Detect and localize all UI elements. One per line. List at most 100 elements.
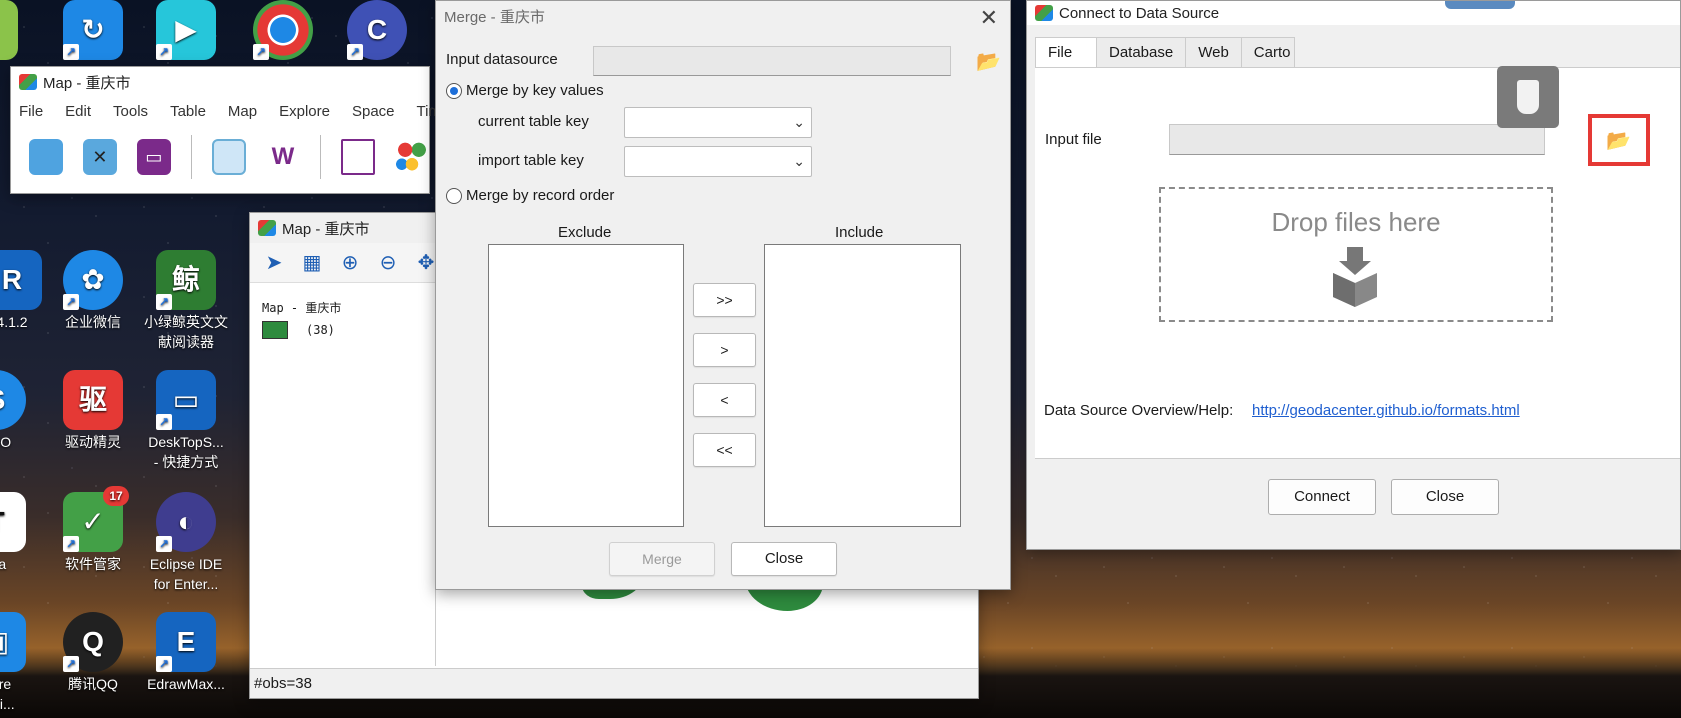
connect-titlebar[interactable]: Connect to Data Source [1027, 1, 1680, 25]
exclude-list[interactable] [488, 244, 684, 527]
eclipse-icon: ◐ ↗ [156, 492, 216, 552]
cluster-icon[interactable] [395, 139, 429, 175]
merge-titlebar[interactable]: Merge - 重庆市 [436, 1, 1010, 31]
desktop-icon-whale[interactable]: 鲸 ↗ 小绿鲸英文文 献阅读器 [140, 250, 232, 352]
save-icon[interactable]: ▭ [136, 139, 171, 175]
status-bar: #obs=38 [250, 668, 978, 698]
drop-zone[interactable]: Drop files here [1159, 187, 1553, 322]
desktop-icon-5[interactable]: C ↗ [331, 0, 423, 62]
tab-database[interactable]: Database [1096, 37, 1187, 67]
zoom-out-icon[interactable]: ⊖ [376, 251, 400, 275]
input-file-field[interactable] [1169, 124, 1545, 155]
close-icon[interactable]: ✕ [980, 5, 998, 31]
map-main-titlebar[interactable]: Map - 重庆市 [11, 67, 429, 97]
desktop-icon-desktops[interactable]: ▭ ↗ DeskTopS... - 快捷方式 [140, 370, 232, 472]
close-button[interactable]: Close [731, 542, 837, 576]
window-title: Map - 重庆市 [282, 220, 370, 238]
shortcut-arrow-icon: ↗ [156, 44, 172, 60]
whale-icon: 鲸 ↗ [156, 250, 216, 310]
desktop-icon-wecom[interactable]: ✿ ↗ 企业微信 [47, 250, 139, 332]
dialog-title: Connect to Data Source [1059, 4, 1220, 22]
open-folder-icon[interactable] [29, 139, 63, 175]
input-datasource-field[interactable] [593, 46, 951, 76]
desktop-icon-pro[interactable]: S PRO [0, 370, 42, 452]
desktop-icon-eclipse[interactable]: ◐ ↗ Eclipse IDE for Enter... [140, 492, 232, 594]
dialog-title: Merge - 重庆市 [444, 8, 545, 26]
notification-badge: 17 [103, 486, 129, 506]
menu-space[interactable]: Space [352, 103, 395, 120]
connect-datasource-dialog[interactable]: Connect to Data Source File Database Web… [1026, 0, 1681, 550]
help-link[interactable]: http://geodacenter.github.io/formats.htm… [1252, 402, 1520, 419]
app-icon: C ↗ [347, 0, 407, 60]
tab-carto[interactable]: Carto [1240, 37, 1295, 67]
current-table-key-select[interactable]: ⌄ [624, 107, 812, 138]
include-label: Include [835, 224, 884, 241]
geoda-icon [1035, 5, 1053, 21]
desktop-icon-edraw[interactable]: E ↗ EdrawMax... [140, 612, 232, 694]
edraw-icon: E ↗ [156, 612, 216, 672]
desktop-icon-driver[interactable]: 驱 驱动精灵 [47, 370, 139, 452]
app-icon: ↻ ↗ [63, 0, 123, 60]
desktop-icon-2[interactable]: ↻ ↗ [47, 0, 139, 62]
zoom-in-icon[interactable]: ⊕ [338, 251, 362, 275]
desktop-icon-ware[interactable]: ▣ ware stati... [0, 612, 42, 714]
move-right-button[interactable]: > [693, 333, 756, 367]
shortcut-arrow-icon: ↗ [63, 656, 79, 672]
selection-tool-icon[interactable]: ▦ [300, 251, 324, 275]
menu-tools[interactable]: Tools [113, 103, 148, 120]
chevron-down-icon: ⌄ [793, 153, 805, 169]
tab-web[interactable]: Web [1185, 37, 1242, 67]
merge-by-order-radio[interactable] [446, 188, 462, 204]
legend-swatch[interactable] [262, 321, 288, 339]
desktop-icon-ora[interactable]: T ora [0, 492, 42, 574]
menu-table[interactable]: Table [170, 103, 206, 120]
map-window-main[interactable]: Map - 重庆市 File Edit Tools Table Map Expl… [10, 66, 449, 194]
r-icon: R [0, 250, 42, 310]
menu-file[interactable]: File [19, 103, 43, 120]
merge-by-order-label: Merge by record order [466, 187, 615, 204]
menu-bar: File Edit Tools Table Map Explore Space … [11, 97, 449, 125]
chrome-icon: ↗ [253, 0, 313, 60]
weights-icon[interactable]: W [266, 139, 300, 175]
open-folder-icon[interactable]: 📂 [1606, 128, 1631, 153]
menu-map[interactable]: Map [228, 103, 257, 120]
window-handle [1445, 1, 1515, 9]
shortcut-arrow-icon: ↗ [347, 44, 363, 60]
move-all-left-button[interactable]: << [693, 433, 756, 467]
merge-by-key-radio[interactable] [446, 83, 462, 99]
merge-button[interactable]: Merge [609, 542, 715, 576]
import-table-key-select[interactable]: ⌄ [624, 146, 812, 177]
connect-button[interactable]: Connect [1268, 479, 1376, 515]
usb-drive-icon [1497, 66, 1559, 128]
shortcut-arrow-icon: ↗ [156, 414, 172, 430]
desktop-icon-softmgr[interactable]: ✓ 17 ↗ 软件管家 [47, 486, 139, 574]
geoda-icon [258, 220, 276, 236]
menu-explore[interactable]: Explore [279, 103, 330, 120]
move-left-button[interactable]: < [693, 383, 756, 417]
tab-file[interactable]: File [1035, 37, 1097, 69]
include-list[interactable] [764, 244, 961, 527]
shortcut-arrow-icon: ↗ [253, 44, 269, 60]
desktop-icon-qq[interactable]: Q ↗ 腾讯QQ [47, 612, 139, 694]
app-icon: ● [0, 0, 18, 60]
select-arrow-icon[interactable]: ➤ [262, 251, 286, 275]
move-all-right-button[interactable]: >> [693, 283, 756, 317]
package-download-icon [1325, 247, 1385, 307]
open-folder-icon[interactable]: 📂 [976, 49, 1001, 74]
exclude-label: Exclude [558, 224, 612, 241]
merge-by-key-label: Merge by key values [466, 82, 604, 99]
menu-edit[interactable]: Edit [65, 103, 91, 120]
close-project-icon[interactable]: ✕ [82, 139, 117, 175]
window-title: Map - 重庆市 [43, 74, 131, 92]
desktop-icon-chrome[interactable]: ↗ [237, 0, 329, 62]
desktop-icon-3[interactable]: ▶ ↗ [140, 0, 232, 62]
close-button[interactable]: Close [1391, 479, 1499, 515]
geoda-icon [19, 74, 37, 90]
map-icon[interactable] [340, 139, 376, 175]
table-icon[interactable] [211, 139, 246, 175]
merge-dialog[interactable]: Merge - 重庆市 ✕ Input datasource 📂 Merge b… [435, 0, 1011, 590]
driver-icon: 驱 [63, 370, 123, 430]
file-tab-panel: Input file 📂 Drop files here Data Source… [1035, 66, 1680, 459]
app-icon: T [0, 492, 26, 552]
current-table-key-label: current table key [478, 113, 589, 130]
